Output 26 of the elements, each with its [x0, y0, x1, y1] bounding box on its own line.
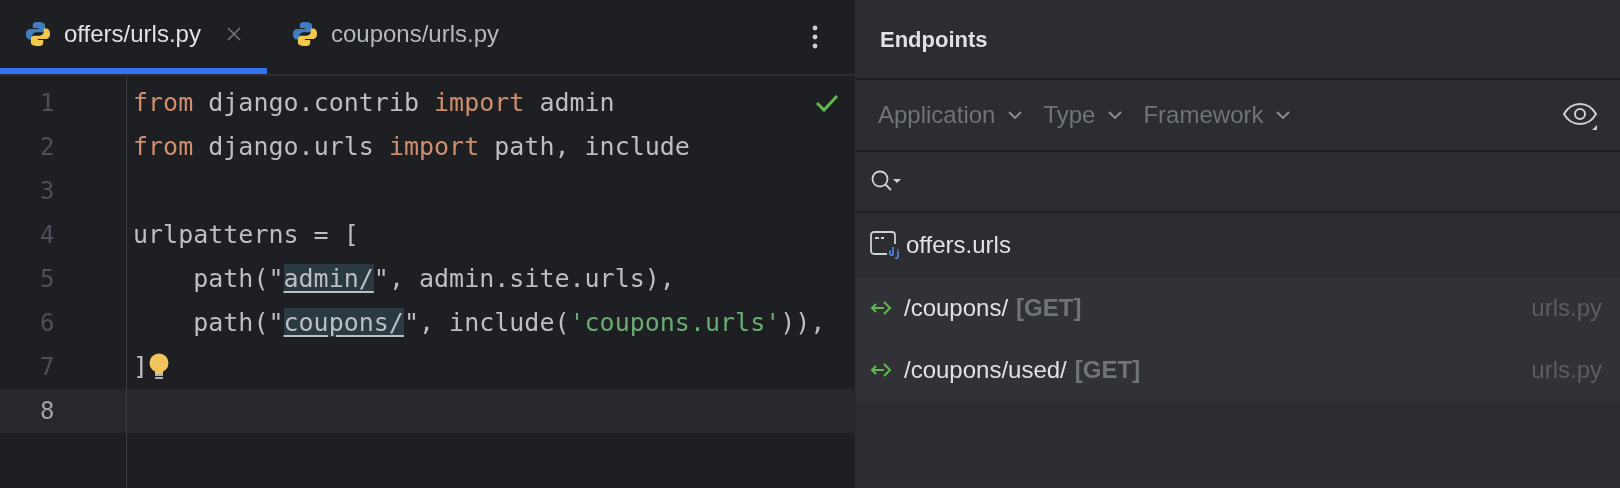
code-line: from django.contrib import admin — [132, 87, 615, 120]
code-line: path("admin/", admin.site.urls), — [192, 263, 675, 296]
code-line: urlpatterns = [ — [132, 219, 359, 252]
editor-tab[interactable]: coupons/urls.py — [266, 0, 524, 74]
code-line: ] — [132, 351, 149, 384]
chevron-down-icon — [1275, 110, 1292, 120]
more-options-icon[interactable] — [811, 24, 819, 50]
code-line: from django.urls import path, include — [132, 131, 690, 164]
endpoint-path: /coupons/used/ — [904, 355, 1067, 385]
eye-icon[interactable] — [1562, 100, 1598, 130]
editor-tab[interactable]: offers/urls.py — [0, 0, 267, 74]
http-method: [GET] — [1074, 355, 1141, 385]
line-number: 8 — [39, 396, 56, 427]
endpoint-group[interactable]: offers.urls — [906, 227, 1011, 263]
close-icon[interactable] — [224, 25, 243, 43]
endpoint-path: /coupons/ — [904, 293, 1009, 323]
python-icon — [24, 20, 52, 48]
code-line: path("coupons/", include('coupons.urls')), — [192, 307, 826, 340]
chevron-down-icon — [1007, 110, 1024, 120]
python-icon — [290, 20, 319, 48]
chevron-down-icon — [1107, 110, 1124, 120]
check-icon — [815, 93, 839, 113]
django-file-icon — [870, 230, 902, 260]
lightbulb-icon[interactable] — [148, 352, 171, 382]
http-method: [GET] — [1016, 293, 1082, 323]
panel-title: Endpoints — [880, 25, 988, 54]
